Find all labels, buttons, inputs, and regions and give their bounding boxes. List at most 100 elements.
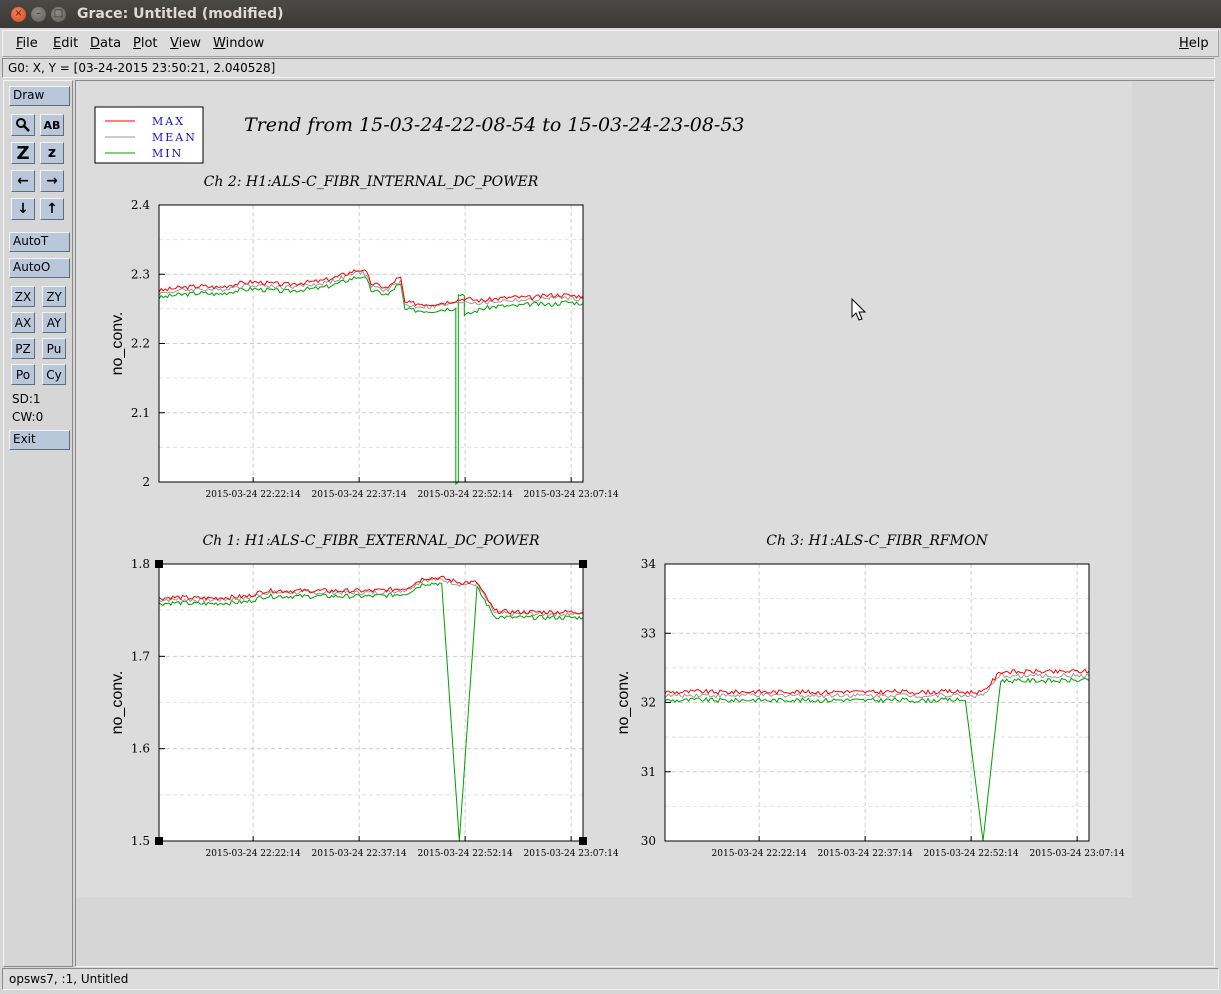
x-tick-label: 2015-03-24 22:22:14 bbox=[206, 490, 301, 500]
zy-button[interactable]: ZY bbox=[42, 286, 66, 307]
x-tick-label: 2015-03-24 22:52:14 bbox=[418, 490, 513, 500]
x-tick-label: 2015-03-24 22:22:14 bbox=[712, 849, 807, 859]
y-tick-label: 1.5 bbox=[131, 834, 150, 848]
menu-view-mnemonic: V bbox=[170, 36, 179, 51]
status-bar: opsws7, :1, Untitled bbox=[2, 968, 1219, 990]
plot-title: Ch 2: H1:ALS-C_FIBR_INTERNAL_DC_POWER bbox=[204, 174, 539, 190]
pu-button[interactable]: Pu bbox=[42, 338, 66, 359]
arrow-right-icon: → bbox=[46, 173, 58, 189]
zx-button[interactable]: ZX bbox=[11, 286, 35, 307]
maximize-icon: □ bbox=[53, 8, 64, 19]
exit-button[interactable]: Exit bbox=[9, 430, 70, 450]
scroll-left-button[interactable]: ← bbox=[11, 170, 35, 192]
graph-canvas[interactable]: MAX MEAN MIN Trend from 15-03-24-22-08-54 … bbox=[75, 80, 1215, 967]
y-axis-label: no_conv. bbox=[615, 671, 632, 735]
menu-view-label: iew bbox=[178, 36, 201, 51]
plot-ch1[interactable]: 2015-03-24 22:22:14 2015-03-24 22:37:14 20… bbox=[109, 533, 619, 859]
x-tick-label: 2015-03-24 22:37:14 bbox=[818, 849, 913, 859]
menu-plot[interactable]: Plot bbox=[133, 36, 158, 51]
menu-view[interactable]: View bbox=[170, 36, 201, 51]
menu-data-label: ata bbox=[100, 36, 122, 51]
text-tool-button[interactable]: AB bbox=[40, 114, 64, 136]
autot-button[interactable]: AutoT bbox=[9, 232, 70, 252]
x-tick-label: 2015-03-24 22:52:14 bbox=[924, 849, 1019, 859]
autoscale-button[interactable]: Z bbox=[11, 142, 35, 164]
cy-button[interactable]: Cy bbox=[42, 364, 66, 385]
pz-button[interactable]: PZ bbox=[11, 338, 35, 359]
close-window-button[interactable]: × bbox=[11, 6, 26, 22]
ax-button[interactable]: AX bbox=[11, 312, 35, 333]
y-tick-label: 1.8 bbox=[131, 557, 150, 571]
selection-handle[interactable] bbox=[579, 560, 587, 568]
minimize-window-button[interactable]: – bbox=[31, 6, 46, 22]
status-text: opsws7, :1, Untitled bbox=[9, 972, 129, 986]
y-tick-label: 33 bbox=[641, 626, 656, 640]
x-tick-label: 2015-03-24 22:37:14 bbox=[312, 490, 407, 500]
zoom-z-icon: z bbox=[47, 145, 57, 161]
arrow-down-icon: ↓ bbox=[17, 201, 29, 217]
menu-window-mnemonic: W bbox=[213, 36, 226, 51]
y-tick-label: 32 bbox=[641, 696, 656, 710]
current-world-label: CW:0 bbox=[12, 410, 44, 424]
maximize-window-button[interactable]: □ bbox=[51, 6, 66, 22]
y-tick-label: 2.4 bbox=[131, 198, 150, 212]
window-titlebar: × – □ Grace: Untitled (modified) bbox=[0, 0, 1221, 28]
arrow-up-icon: ↑ bbox=[46, 201, 58, 217]
menu-file[interactable]: File bbox=[16, 36, 38, 51]
menu-help-label: elp bbox=[1188, 36, 1209, 51]
graph-title: Trend from 15-03-24-22-08-54 to 15-03-24… bbox=[244, 114, 745, 136]
graph-svg[interactable]: MAX MEAN MIN Trend from 15-03-24-22-08-54 … bbox=[76, 81, 1215, 967]
y-axis-label: no_conv. bbox=[109, 312, 126, 376]
zoom-button[interactable] bbox=[11, 114, 35, 136]
y-tick-label: 34 bbox=[641, 557, 657, 571]
x-tick-label: 2015-03-24 23:07:14 bbox=[524, 490, 619, 500]
y-tick-label: 1.7 bbox=[131, 649, 150, 663]
plot-title: Ch 3: H1:ALS-C_FIBR_RFMON bbox=[766, 533, 988, 549]
scroll-right-button[interactable]: → bbox=[40, 170, 64, 192]
selection-handle[interactable] bbox=[579, 837, 587, 845]
stack-depth-label: SD:1 bbox=[12, 392, 41, 406]
window-title: Grace: Untitled (modified) bbox=[77, 6, 284, 22]
menu-edit-label: dit bbox=[61, 36, 79, 51]
menu-data[interactable]: Data bbox=[90, 36, 121, 51]
legend-label-min: MIN bbox=[152, 147, 183, 160]
close-icon: × bbox=[14, 8, 23, 19]
plot-title: Ch 1: H1:ALS-C_FIBR_EXTERNAL_DC_POWER bbox=[202, 533, 539, 549]
tool-panel: Draw AB Z z ← → ↓ ↑ AutoT AutoO ZX ZY AX… bbox=[3, 80, 73, 967]
plot-ch2[interactable]: 2015-03-24 22:22:14 2015-03-24 22:37:14 20… bbox=[109, 174, 619, 500]
selection-handle[interactable] bbox=[155, 560, 163, 568]
locator-bar: G0: X, Y = [03-24-2015 23:50:21, 2.04052… bbox=[2, 58, 1215, 78]
x-tick-label: 2015-03-24 23:07:14 bbox=[1030, 849, 1125, 859]
x-tick-label: 2015-03-24 22:52:14 bbox=[418, 849, 513, 859]
zoom-out-button[interactable]: z bbox=[40, 142, 64, 164]
autoo-button[interactable]: AutoO bbox=[9, 258, 70, 278]
ay-button[interactable]: AY bbox=[42, 312, 66, 333]
minimize-icon: – bbox=[36, 8, 41, 19]
po-button[interactable]: Po bbox=[11, 364, 35, 385]
menu-edit[interactable]: Edit bbox=[53, 36, 78, 51]
menu-plot-mnemonic: P bbox=[133, 36, 141, 51]
menu-edit-mnemonic: E bbox=[53, 36, 62, 51]
y-tick-label: 2 bbox=[142, 475, 150, 489]
y-tick-label: 31 bbox=[641, 765, 656, 779]
y-tick-label: 30 bbox=[641, 834, 656, 848]
menu-window[interactable]: Window bbox=[213, 36, 264, 51]
y-tick-label: 2.3 bbox=[131, 267, 150, 281]
plot-ch3[interactable]: 2015-03-24 22:22:14 2015-03-24 22:37:14 20… bbox=[615, 533, 1125, 859]
menu-help[interactable]: Help bbox=[1179, 36, 1209, 51]
text-icon: AB bbox=[43, 118, 61, 132]
magnifier-icon bbox=[16, 118, 30, 132]
menu-help-mnemonic: H bbox=[1179, 36, 1189, 51]
autoscale-z-icon: Z bbox=[16, 142, 30, 164]
scroll-up-button[interactable]: ↑ bbox=[40, 198, 64, 220]
scroll-down-button[interactable]: ↓ bbox=[11, 198, 35, 220]
x-tick-label: 2015-03-24 22:37:14 bbox=[312, 849, 407, 859]
selection-handle[interactable] bbox=[155, 837, 163, 845]
legend-label-mean: MEAN bbox=[152, 131, 197, 144]
draw-button[interactable]: Draw bbox=[9, 86, 70, 106]
y-tick-label: 1.6 bbox=[131, 742, 150, 756]
menu-file-label: ile bbox=[22, 36, 38, 51]
menu-data-mnemonic: D bbox=[90, 36, 101, 51]
legend-label-max: MAX bbox=[152, 115, 185, 128]
locator-text: G0: X, Y = [03-24-2015 23:50:21, 2.04052… bbox=[8, 61, 276, 75]
